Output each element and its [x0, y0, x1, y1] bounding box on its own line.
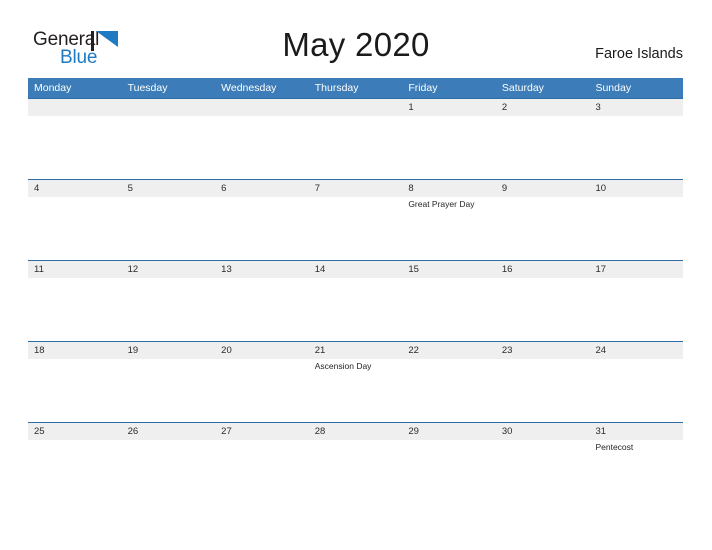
day-number[interactable]: 29 [402, 423, 496, 440]
day-number[interactable]: 22 [402, 342, 496, 359]
day-number[interactable] [122, 99, 216, 116]
day-event: Ascension Day [314, 361, 372, 371]
page-header: General Blue May 2020 Faroe Islands [0, 0, 712, 78]
day-event [122, 359, 216, 422]
day-event [402, 278, 496, 341]
event-band [28, 116, 683, 179]
date-band: 25 26 27 28 29 30 31 [28, 423, 683, 440]
week-row: 11 12 13 14 15 16 17 [28, 260, 683, 341]
event-band [28, 278, 683, 341]
day-event [309, 278, 403, 341]
weekday-monday: Monday [34, 82, 72, 94]
day-event [309, 440, 403, 503]
day-number[interactable]: 23 [496, 342, 590, 359]
day-event [589, 278, 683, 341]
day-event [122, 278, 216, 341]
day-event [28, 116, 122, 179]
day-event [402, 359, 496, 422]
day-number[interactable]: 16 [496, 261, 590, 278]
day-event [309, 116, 403, 179]
day-number[interactable]: 13 [215, 261, 309, 278]
week-row: 25 26 27 28 29 30 31 Pentecost [28, 422, 683, 503]
day-event [496, 359, 590, 422]
day-event: Great Prayer Day [408, 199, 475, 209]
event-band: Pentecost [28, 440, 683, 503]
weekday-sunday: Sunday [595, 82, 632, 94]
day-number[interactable]: 20 [215, 342, 309, 359]
day-number[interactable]: 8 [402, 180, 496, 197]
day-event [402, 116, 496, 179]
day-event [496, 278, 590, 341]
day-event [496, 116, 590, 179]
day-event [496, 197, 590, 260]
weekday-tuesday: Tuesday [127, 82, 168, 94]
day-number[interactable]: 19 [122, 342, 216, 359]
day-number[interactable]: 14 [309, 261, 403, 278]
week-row: 18 19 20 21 22 23 24 Ascension Day [28, 341, 683, 422]
event-band: Ascension Day [28, 359, 683, 422]
day-number[interactable]: 1 [402, 99, 496, 116]
date-band: 11 12 13 14 15 16 17 [28, 261, 683, 278]
day-number[interactable]: 28 [309, 423, 403, 440]
date-band: 18 19 20 21 22 23 24 [28, 342, 683, 359]
day-number[interactable]: 27 [215, 423, 309, 440]
day-number[interactable]: 2 [496, 99, 590, 116]
day-event [589, 116, 683, 179]
day-number[interactable]: 6 [215, 180, 309, 197]
day-number[interactable] [215, 99, 309, 116]
day-event [215, 116, 309, 179]
day-number[interactable]: 4 [28, 180, 122, 197]
date-band: 4 5 6 7 8 9 10 [28, 180, 683, 197]
day-event [28, 278, 122, 341]
event-band: Great Prayer Day [28, 197, 683, 260]
day-event: Pentecost [595, 442, 634, 452]
country-label: Faroe Islands [595, 46, 683, 62]
day-number[interactable] [28, 99, 122, 116]
day-event [28, 359, 122, 422]
day-number[interactable]: 26 [122, 423, 216, 440]
weekday-wednesday: Wednesday [221, 82, 277, 94]
day-event [28, 197, 122, 260]
day-number[interactable]: 12 [122, 261, 216, 278]
day-event [589, 197, 683, 260]
day-number[interactable]: 21 [309, 342, 403, 359]
day-event [28, 440, 122, 503]
weekday-header-row: Monday Tuesday Wednesday Thursday Friday… [28, 78, 683, 98]
week-row: 4 5 6 7 8 9 10 Great Prayer Day [28, 179, 683, 260]
day-number[interactable]: 24 [589, 342, 683, 359]
day-number[interactable]: 31 [589, 423, 683, 440]
day-number[interactable]: 5 [122, 180, 216, 197]
day-number[interactable]: 7 [309, 180, 403, 197]
day-event [402, 440, 496, 503]
day-event [122, 116, 216, 179]
day-number[interactable]: 18 [28, 342, 122, 359]
week-row: 1 2 3 [28, 98, 683, 179]
day-number[interactable]: 9 [496, 180, 590, 197]
day-number[interactable]: 3 [589, 99, 683, 116]
day-number[interactable]: 30 [496, 423, 590, 440]
day-event [215, 359, 309, 422]
day-event [122, 440, 216, 503]
day-event [122, 197, 216, 260]
day-event [589, 359, 683, 422]
day-event [215, 440, 309, 503]
weekday-friday: Friday [408, 82, 438, 94]
day-number[interactable] [309, 99, 403, 116]
weekday-saturday: Saturday [501, 82, 544, 94]
day-event [309, 197, 403, 260]
day-number[interactable]: 10 [589, 180, 683, 197]
day-number[interactable]: 25 [28, 423, 122, 440]
day-event [215, 278, 309, 341]
weekday-thursday: Thursday [314, 82, 359, 94]
day-event [496, 440, 590, 503]
date-band: 1 2 3 [28, 99, 683, 116]
day-number[interactable]: 11 [28, 261, 122, 278]
day-number[interactable]: 15 [402, 261, 496, 278]
day-event [215, 197, 309, 260]
calendar-grid: Monday Tuesday Wednesday Thursday Friday… [28, 78, 683, 503]
day-number[interactable]: 17 [589, 261, 683, 278]
